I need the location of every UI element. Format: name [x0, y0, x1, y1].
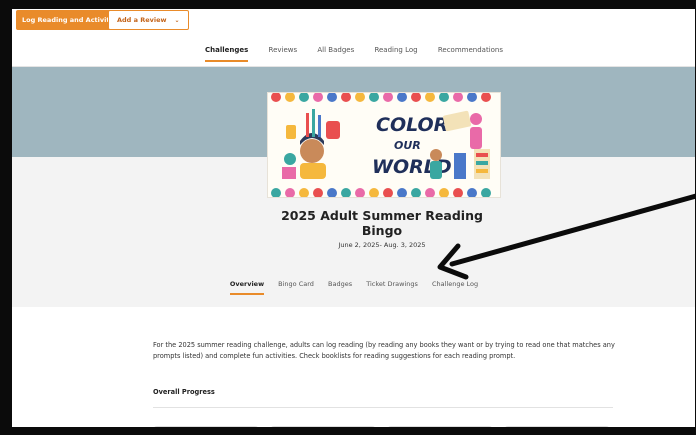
banner-illustration-left — [282, 109, 340, 179]
tab-overview[interactable]: Overview — [229, 280, 265, 295]
banner-border-bottom — [271, 188, 491, 197]
progress-card — [153, 426, 259, 430]
progress-card — [504, 426, 610, 430]
tab-bingo-card[interactable]: Bingo Card — [278, 280, 314, 293]
tab-reviews[interactable]: Reviews — [269, 40, 298, 60]
tab-ticket-drawings[interactable]: Ticket Drawings — [366, 280, 418, 293]
progress-card — [387, 426, 493, 430]
add-review-label: Add a Review — [117, 16, 167, 24]
tab-recommendations[interactable]: Recommendations — [438, 40, 503, 60]
tab-challenges[interactable]: Challenges — [204, 40, 249, 62]
tab-reading-log[interactable]: Reading Log — [374, 40, 417, 60]
banner-title-line1: COLOR — [376, 114, 448, 136]
challenge-banner-image: COLOR OUR WORLD — [267, 92, 501, 198]
challenge-subnav: Overview Bingo Card Badges Ticket Drawin… — [12, 280, 696, 295]
chevron-down-icon: ⌄ — [174, 17, 180, 24]
banner-title-line2: OUR — [394, 139, 421, 152]
progress-card — [270, 426, 376, 430]
challenge-dates: June 2, 2025- Aug. 3, 2025 — [338, 241, 426, 249]
challenge-title-line2: Bingo — [361, 223, 403, 238]
challenge-description: For the 2025 summer reading challenge, a… — [153, 341, 615, 360]
tab-all-badges[interactable]: All Badges — [317, 40, 354, 60]
banner-border-top — [271, 93, 491, 102]
add-review-button[interactable]: Add a Review ⌄ — [108, 10, 189, 30]
overall-progress-heading: Overall Progress — [153, 388, 215, 396]
challenge-title-line1: 2025 Adult Summer Reading — [281, 208, 483, 223]
progress-divider — [153, 407, 613, 408]
challenge-title: 2025 Adult Summer Reading Bingo — [262, 208, 502, 238]
browser-viewport: Log Reading and Activities Add a Review ⌄… — [12, 8, 696, 430]
tab-challenge-log[interactable]: Challenge Log — [432, 280, 478, 293]
top-nav: Challenges Reviews All Badges Reading Lo… — [12, 40, 696, 66]
tab-badges[interactable]: Badges — [328, 280, 352, 293]
